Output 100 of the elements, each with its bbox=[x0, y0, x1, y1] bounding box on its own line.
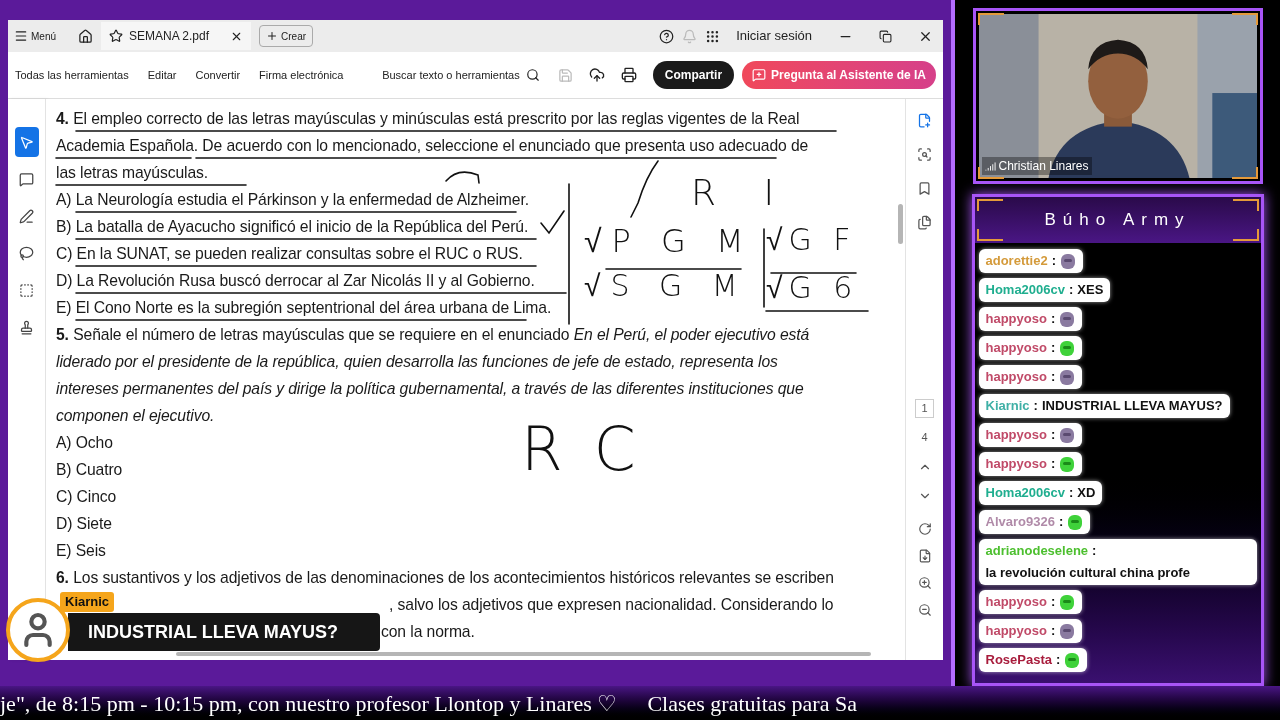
chat-username: happyoso bbox=[985, 426, 1047, 444]
file-icon[interactable] bbox=[917, 113, 932, 128]
message-text: la revolución cultural china profe bbox=[985, 564, 1190, 582]
chat-separator: : bbox=[1050, 593, 1056, 611]
handwritten-note: √G 6 bbox=[766, 273, 859, 303]
chat-username: happyoso bbox=[985, 593, 1047, 611]
chat-separator: : bbox=[1069, 281, 1074, 299]
chat-separator: : bbox=[1058, 513, 1064, 531]
answer-option: C) En la SUNAT, se pueden realizar consultas sobre el RUC o RUS. bbox=[56, 240, 523, 267]
menu-button[interactable]: Menú bbox=[14, 28, 56, 44]
message-text: INDUSTRIAL LLEVA MAYUS? bbox=[1041, 397, 1223, 415]
question-text: 6. Los sustantivos y los adjetivos de las denominaciones de los acontecimientos históricos relevantes se escriben bbox=[56, 568, 834, 588]
chat-username: RosePasta bbox=[985, 651, 1052, 669]
scan-icon[interactable] bbox=[917, 147, 932, 162]
emote-icon bbox=[1059, 310, 1076, 328]
corner-bracket bbox=[977, 13, 1004, 25]
message-text: XD bbox=[1077, 484, 1096, 502]
chat-username: happyoso bbox=[985, 622, 1047, 640]
plus-icon bbox=[266, 30, 278, 42]
emote-icon bbox=[1059, 426, 1076, 444]
ai-assistant-button[interactable]: Pregunta al Asistente de IA bbox=[742, 61, 936, 89]
signal-icon bbox=[984, 160, 996, 172]
chat-separator: : bbox=[1050, 622, 1056, 640]
handwritten-note: √S G M bbox=[584, 271, 748, 301]
document-tab[interactable]: SEMANA 2.pdf bbox=[101, 22, 251, 50]
handwritten-note: √P G M bbox=[584, 225, 754, 257]
pages-icon[interactable] bbox=[917, 215, 932, 230]
chat-username: Homa2006cv bbox=[985, 484, 1065, 502]
star-icon bbox=[109, 29, 123, 43]
pen-tool-icon bbox=[19, 208, 34, 224]
emote-icon bbox=[1060, 252, 1076, 270]
answer-option: C) Cinco bbox=[56, 483, 117, 510]
answer-option: D) La Revolución Rusa buscó derrocar al Zar Nicolás II y al Gobierno. bbox=[56, 267, 535, 294]
share-button[interactable]: Compartir bbox=[652, 61, 735, 89]
chat-separator: : bbox=[1092, 542, 1097, 560]
chat-title: Búho Army bbox=[1044, 209, 1191, 232]
ticker-text: Clases gratuitas para Sa bbox=[647, 689, 857, 718]
emote-icon bbox=[1059, 368, 1076, 386]
chat-username: happyoso bbox=[985, 455, 1047, 473]
question-text: con la norma. bbox=[381, 622, 475, 642]
toolbar-menu-item[interactable]: Editar bbox=[147, 66, 177, 84]
corner-bracket bbox=[1231, 167, 1258, 179]
chat-separator: : bbox=[1050, 426, 1056, 444]
chat-plus-icon bbox=[752, 68, 767, 82]
restore-icon[interactable] bbox=[879, 29, 892, 43]
page-count: 4 bbox=[921, 429, 928, 445]
chat-username: Kiarnic bbox=[985, 397, 1030, 415]
emote-icon bbox=[1059, 593, 1076, 611]
stamp-tool-icon bbox=[19, 319, 34, 335]
toolbar-menu-item[interactable]: Firma electrónica bbox=[259, 66, 344, 84]
emote-icon bbox=[1067, 513, 1084, 531]
chat-username: adrianodeselene bbox=[985, 542, 1089, 560]
corner-bracket bbox=[976, 229, 1003, 241]
tool-button[interactable] bbox=[14, 127, 39, 157]
answer-option: E) El Cono Norte es la subregión septentrional del área urbana de Lima. bbox=[56, 294, 552, 321]
sign-in-button[interactable]: Iniciar sesión bbox=[736, 26, 812, 46]
message-text: XES bbox=[1077, 281, 1104, 299]
handwritten-note: √G F bbox=[766, 225, 857, 255]
bookmark-icon[interactable] bbox=[917, 181, 932, 196]
chat-username: happyoso bbox=[985, 310, 1047, 328]
toast-message: INDUSTRIAL LLEVA MAYUS? bbox=[68, 613, 380, 651]
chat-username: happyoso bbox=[985, 339, 1047, 357]
print-icon[interactable] bbox=[620, 67, 637, 83]
search-icon bbox=[525, 68, 540, 82]
create-button[interactable]: Crear bbox=[259, 25, 314, 47]
zoom-out-icon[interactable] bbox=[917, 603, 932, 617]
apps-icon[interactable] bbox=[705, 28, 721, 44]
emote-icon bbox=[1064, 651, 1081, 669]
chat-separator: : bbox=[1033, 397, 1038, 415]
chat-username: happyoso bbox=[985, 368, 1047, 386]
page-number[interactable]: 1 bbox=[915, 399, 934, 418]
answer-option: D) Siete bbox=[56, 510, 112, 537]
answer-option: A) Ocho bbox=[56, 429, 113, 456]
chat-separator: : bbox=[1050, 339, 1056, 357]
corner-bracket bbox=[1232, 229, 1259, 241]
toolbar-menu-item[interactable]: Convertir bbox=[195, 66, 241, 84]
corner-bracket bbox=[1231, 13, 1258, 25]
answer-option: B) La batalla de Ayacucho significó el inicio de la República del Perú. bbox=[56, 213, 529, 240]
search-field[interactable]: Buscar texto o herramientas bbox=[382, 66, 540, 84]
help-icon[interactable] bbox=[659, 28, 675, 44]
select-tool-icon bbox=[19, 134, 34, 150]
menu-icon bbox=[14, 29, 28, 43]
question-text: , salvo los adjetivos que expresen nacionalidad. Considerando lo bbox=[389, 595, 834, 615]
upload-icon[interactable] bbox=[588, 67, 605, 83]
ticker-text: je", de 8:15 pm - 10:15 pm, con nuestro profesor Llontop y Linares ♡ bbox=[0, 689, 618, 718]
chat-separator: : bbox=[1050, 455, 1056, 473]
chat-separator: : bbox=[1050, 310, 1056, 328]
emote-icon bbox=[1059, 339, 1076, 357]
lasso-tool-icon bbox=[19, 245, 34, 261]
rotate-icon[interactable] bbox=[917, 522, 932, 536]
zoom-in-icon[interactable] bbox=[917, 576, 932, 590]
corner-bracket bbox=[976, 199, 1003, 211]
answer-option: B) Cuatro bbox=[56, 456, 123, 483]
chat-username: Alvaro9326 bbox=[985, 513, 1055, 531]
toolbar-menu-item[interactable]: Todas las herramientas bbox=[15, 66, 129, 84]
corner-bracket bbox=[1232, 199, 1259, 211]
chat-separator: : bbox=[1069, 484, 1074, 502]
home-button[interactable] bbox=[78, 28, 93, 44]
emote-icon bbox=[1059, 455, 1076, 473]
handwritten-note: R I bbox=[691, 175, 793, 211]
